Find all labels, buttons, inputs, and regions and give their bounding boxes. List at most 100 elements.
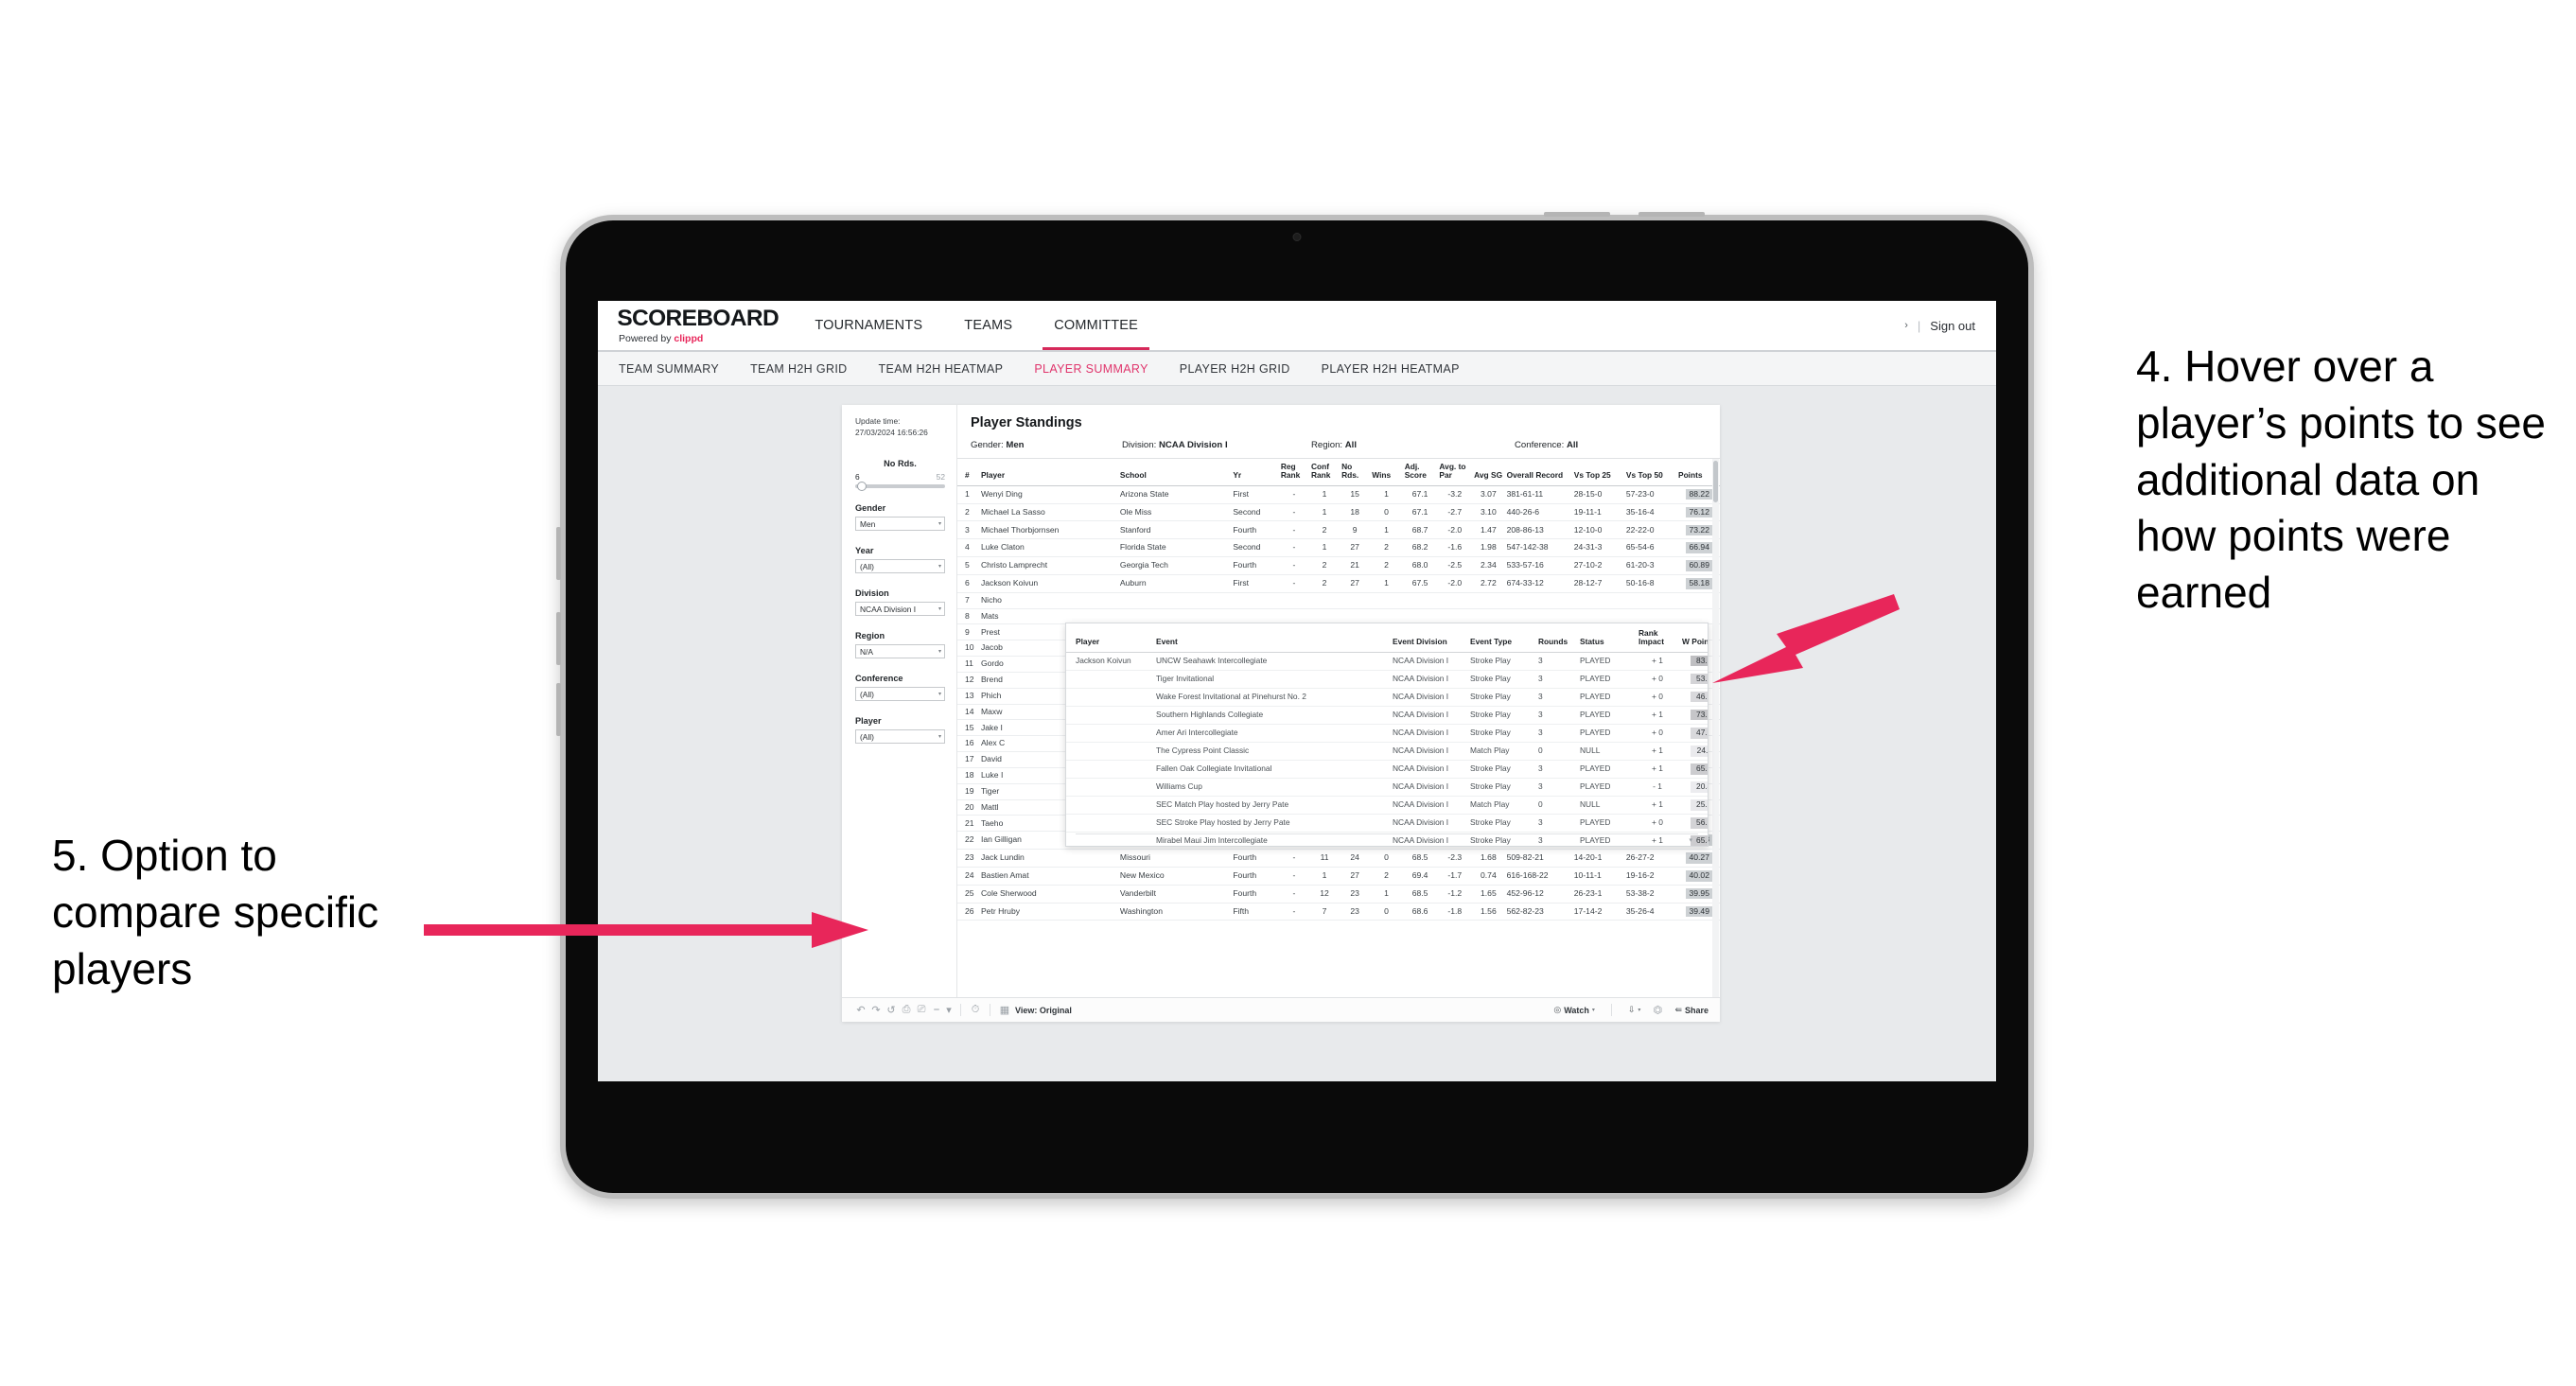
scrollbar-thumb[interactable] — [1713, 461, 1718, 502]
col-year[interactable]: Yr — [1231, 459, 1279, 486]
nav-tab-tournaments[interactable]: TOURNAMENTS — [794, 301, 943, 350]
points-breakdown-tooltip: Player Event Event Division Event Type R… — [1065, 623, 1709, 847]
col-avg-to-par[interactable]: Avg. to Par — [1437, 459, 1473, 486]
tt-cell-rounds: 3 — [1535, 760, 1577, 779]
cell-vs-top-50: 61-20-3 — [1623, 556, 1676, 575]
subtab-player-h2h-grid[interactable]: PLAYER H2H GRID — [1180, 362, 1306, 376]
points-value-badge[interactable]: 39.49 — [1686, 905, 1712, 918]
table-row[interactable]: 5 Christo Lamprecht Georgia Tech Fourth -2 21… — [957, 556, 1720, 575]
volume-up-button[interactable] — [1544, 212, 1610, 217]
cell-rank: 24 — [957, 867, 979, 886]
cell-conf-rank: 1 — [1308, 503, 1341, 522]
table-vertical-scrollbar[interactable] — [1712, 459, 1719, 997]
tt-cell-rank-impact: + 0 — [1636, 814, 1679, 833]
download-button[interactable]: ⇩ ▾ — [1628, 1005, 1641, 1015]
filter-region-select[interactable]: N/A ▾ — [855, 644, 945, 659]
table-row[interactable]: 1 Wenyi Ding Arizona State First -1 15 1 67.1 -3… — [957, 485, 1720, 504]
brand-logo[interactable]: SCOREBOARD Powered by clippd — [598, 301, 794, 350]
table-row[interactable]: 7 Nicho — [957, 592, 1720, 609]
revert-icon[interactable]: ↺ — [884, 1004, 899, 1016]
table-row[interactable]: 25 Cole Sherwood Vanderbilt Fourth -12 23 1 68.… — [957, 885, 1720, 904]
cell-rank: 1 — [957, 485, 979, 504]
points-value-badge[interactable]: 39.95 — [1686, 887, 1712, 900]
cell-reg-rank: - — [1278, 556, 1309, 575]
table-row[interactable]: 4 Luke Claton Florida State Second -1 27 2 68.2… — [957, 538, 1720, 558]
filter-division-select[interactable]: NCAA Division I ▾ — [855, 602, 945, 617]
points-value-badge[interactable]: 58.18 — [1686, 578, 1712, 589]
side-button-1[interactable] — [556, 527, 561, 580]
side-button-2[interactable] — [556, 612, 561, 665]
slider-track[interactable] — [855, 482, 945, 492]
nav-tab-teams[interactable]: TEAMS — [943, 301, 1033, 350]
view-original-button[interactable]: ▦ View: Original — [997, 1004, 1072, 1016]
table-row[interactable]: 2 Michael La Sasso Ole Miss Second -1 18 0 67.1… — [957, 503, 1720, 522]
cell-avg-sg: 1.98 — [1472, 538, 1505, 558]
subtab-team-h2h-grid[interactable]: TEAM H2H GRID — [750, 362, 863, 376]
col-no-rds[interactable]: No Rds. — [1340, 459, 1371, 486]
filter-year-select[interactable]: (All) ▾ — [855, 559, 945, 574]
undo-icon[interactable]: ↶ — [853, 1004, 868, 1016]
watch-button[interactable]: ◎ Watch ▾ — [1553, 1005, 1595, 1015]
share-button[interactable]: ⇚ Share — [1674, 1005, 1709, 1015]
points-value-badge[interactable]: 88.22 — [1686, 489, 1712, 500]
watch-icon: ◎ — [1553, 1005, 1562, 1014]
pause-updates-icon[interactable]: ⎚ — [914, 1004, 929, 1016]
col-overall-record[interactable]: Overall Record — [1504, 459, 1572, 486]
col-vs-top-50[interactable]: Vs Top 50 — [1623, 459, 1676, 486]
col-school[interactable]: School — [1117, 459, 1232, 486]
col-wins[interactable]: Wins — [1370, 459, 1403, 486]
subtab-team-summary[interactable]: TEAM SUMMARY — [619, 362, 735, 376]
col-rank[interactable]: # — [957, 459, 979, 486]
filter-player-label: Player — [855, 716, 882, 727]
cell-avg-to-par: -1.6 — [1437, 538, 1473, 558]
cell-vs-top-50: 53-38-2 — [1623, 885, 1676, 904]
col-player[interactable]: Player — [978, 459, 1118, 486]
tt-cell-rank-impact: + 1 — [1636, 706, 1679, 725]
filter-conference-select[interactable]: (All) ▾ — [855, 687, 945, 702]
tooltip-resize-grip-icon[interactable]: ▾ — [1689, 836, 1692, 844]
slider-thumb[interactable] — [857, 482, 867, 492]
col-adj-score[interactable]: Adj. Score — [1402, 459, 1438, 486]
table-row[interactable]: 24 Bastien Amat New Mexico Fourth -1 27 2 69.4-… — [957, 867, 1720, 886]
table-row[interactable]: 3 Michael Thorbjornsen Stanford Fourth -2 9 1 6… — [957, 520, 1720, 540]
fullscreen-icon[interactable]: ⏣ — [1650, 1004, 1665, 1016]
cell-overall-record — [1504, 592, 1572, 609]
device-layout-icon[interactable]: ⎯ — [929, 1004, 944, 1016]
filter-player-select[interactable]: (All) ▾ — [855, 729, 945, 745]
tt-cell-event-division: NCAA Division I — [1390, 814, 1467, 833]
subtab-team-h2h-heatmap[interactable]: TEAM H2H HEATMAP — [879, 362, 1020, 376]
points-value-badge[interactable]: 76.12 — [1686, 506, 1712, 518]
refresh-data-icon[interactable]: ⎙ — [899, 1004, 914, 1016]
points-value-badge[interactable]: 40.02 — [1686, 870, 1712, 882]
cell-vs-top-50: 19-16-2 — [1623, 867, 1676, 886]
volume-down-button[interactable] — [1638, 212, 1705, 217]
points-value-badge[interactable]: 66.94 — [1686, 542, 1712, 553]
user-chevron-icon[interactable]: › — [1904, 320, 1908, 331]
cell-conf-rank: 1 — [1308, 538, 1341, 558]
points-value-badge[interactable]: 73.22 — [1686, 524, 1712, 536]
table-row[interactable]: 23 Jack Lundin Missouri Fourth -11 24 0 68.5 -2.… — [957, 849, 1720, 868]
tt-cell-event: SEC Stroke Play hosted by Jerry Pate — [1153, 814, 1390, 833]
cell-rank: 22 — [957, 831, 979, 851]
subtab-player-h2h-heatmap[interactable]: PLAYER H2H HEATMAP — [1322, 362, 1476, 376]
history-icon[interactable]: ⏱ — [968, 1004, 983, 1016]
standings-header-row: # Player School Yr Reg Rank Conf Rank No… — [957, 459, 1720, 486]
side-button-3[interactable] — [556, 683, 561, 736]
col-avg-sg[interactable]: Avg SG — [1472, 459, 1505, 486]
cell-overall-record: 547-142-38 — [1504, 538, 1572, 558]
table-row[interactable]: 6 Jackson Koivun Auburn First -2 27 1 67.5 -2.0 2… — [957, 574, 1720, 593]
sign-out-link[interactable]: Sign out — [1930, 319, 1975, 333]
points-value-badge[interactable]: 40.27 — [1686, 852, 1712, 864]
table-row[interactable]: 26 Petr Hruby Washington Fifth -7 23 0 68.6 -1.8… — [957, 903, 1720, 921]
no-rounds-slider[interactable]: 6 52 — [855, 472, 945, 492]
chevron-down-icon[interactable]: ▾ — [944, 1004, 954, 1016]
filter-gender-select[interactable]: Men ▾ — [855, 517, 945, 532]
col-reg-rank[interactable]: Reg Rank — [1278, 459, 1309, 486]
col-vs-top-25[interactable]: Vs Top 25 — [1571, 459, 1624, 486]
col-conf-rank[interactable]: Conf Rank — [1308, 459, 1341, 486]
redo-icon[interactable]: ↷ — [868, 1004, 884, 1016]
points-value-badge[interactable]: 60.89 — [1686, 560, 1712, 571]
subtab-player-summary[interactable]: PLAYER SUMMARY — [1034, 362, 1164, 376]
filter-gender-label: Gender — [855, 503, 886, 514]
nav-tab-committee[interactable]: COMMITTEE — [1033, 301, 1159, 350]
